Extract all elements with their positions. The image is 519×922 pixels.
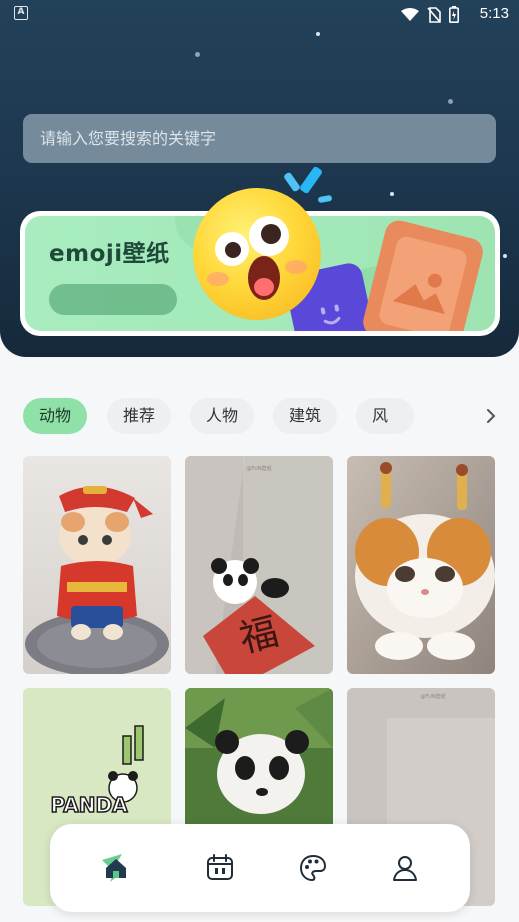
star-decoration [448,99,453,104]
image-icon [392,273,446,315]
status-time: 5:13 [479,5,509,22]
surprised-emoji-icon [193,188,321,320]
tab-architecture[interactable]: 建筑 [273,398,338,434]
profile-icon [393,856,417,881]
star-decoration [316,32,320,36]
search-input[interactable] [23,114,496,163]
wifi-icon [401,7,419,21]
status-bar: A 5:13 [0,0,519,30]
tab-people[interactable]: 人物 [190,398,255,434]
home-icon [102,854,126,882]
watermark-text: @FUN壁纸 [246,465,271,472]
status-icons [401,6,459,23]
star-decoration [503,254,507,258]
star-decoration [195,52,200,57]
star-decoration [390,192,394,196]
status-badge: A [14,6,28,20]
search-bar[interactable] [23,114,496,163]
app-screen: A 5:13 emoji壁纸 [0,0,519,922]
wallpaper-tile-cat-antlers[interactable] [347,456,495,674]
banner-title: emoji壁纸 [49,241,170,267]
tab-animals[interactable]: 动物 [23,398,88,434]
no-sim-icon [427,6,441,23]
banner-pill[interactable] [49,284,177,315]
bottom-navigation [50,824,470,912]
category-tabs: 动物 推荐 人物 建筑 风景 [23,398,503,436]
nav-home[interactable] [96,848,136,888]
wallpaper-tile-cat-costume[interactable] [23,456,171,674]
nav-profile[interactable] [385,848,425,888]
nav-calendar[interactable] [200,848,240,888]
palette-icon [299,854,327,882]
svg-text:PANDA: PANDA [50,793,128,817]
battery-icon [449,6,459,23]
orange-card-decoration [360,217,486,331]
chevron-right-icon[interactable] [477,398,505,434]
nav-palette[interactable] [293,848,333,888]
wallpaper-tile-panda-fu[interactable]: @FUN壁纸 福 [185,456,333,674]
tab-recommended[interactable]: 推荐 [107,398,172,434]
tab-scenery[interactable]: 风景 [356,398,414,434]
watermark-text: @FUN壁纸 [420,693,445,700]
calendar-icon [207,854,233,880]
